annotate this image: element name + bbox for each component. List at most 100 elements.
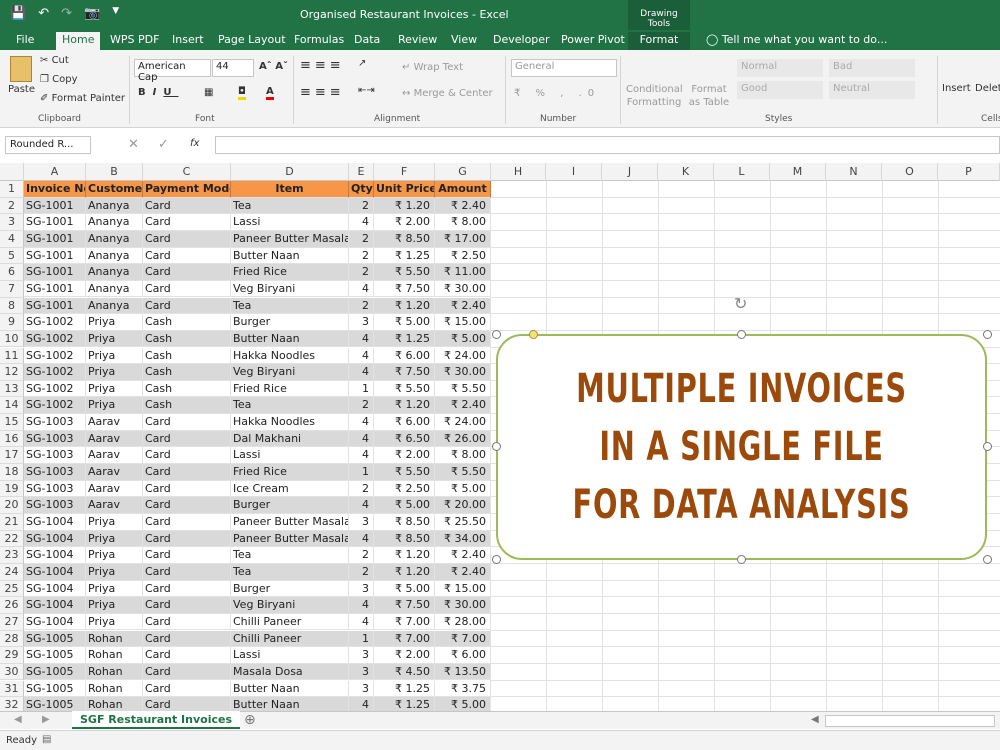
table-cell[interactable]: Hakka Noodles [231,347,349,365]
format-as-table-button[interactable]: Format as Table [686,83,732,109]
table-cell[interactable]: Card [143,697,231,711]
table-cell[interactable]: Ananya [86,280,143,298]
table-cell[interactable]: Card [143,597,231,614]
resize-handle[interactable] [983,555,992,564]
style-neutral[interactable]: Neutral [829,81,915,99]
style-normal[interactable]: Normal [737,59,823,77]
camera-icon[interactable]: 📷 [84,6,100,21]
column-header[interactable]: K [658,163,714,181]
tab-file[interactable]: File [10,32,40,50]
column-header[interactable]: J [602,163,658,181]
column-header[interactable]: D [231,163,349,181]
table-cell[interactable]: ₹ 7.00 [374,630,435,648]
tab-formulas[interactable]: Formulas [288,32,350,50]
table-cell[interactable]: Burger [231,497,349,514]
merge-center-button[interactable]: ↔ Merge & Center [402,88,493,99]
adjust-handle[interactable] [529,330,538,339]
undo-icon[interactable]: ↶ [38,6,49,21]
table-cell[interactable]: Rohan [86,680,143,698]
table-cell[interactable]: Card [143,480,231,498]
table-cell[interactable]: 2 [349,197,374,215]
table-cell[interactable]: ₹ 5.00 [374,497,435,514]
table-cell[interactable]: ₹ 8.50 [374,530,435,548]
table-cell[interactable]: ₹ 2.40 [435,397,491,415]
table-cell[interactable]: Rohan [86,647,143,664]
table-cell[interactable]: ₹ 28.00 [435,613,491,631]
table-cell[interactable]: ₹ 1.25 [374,247,435,265]
table-cell[interactable]: Veg Biryani [231,280,349,298]
column-header[interactable]: P [938,163,1000,181]
table-cell[interactable]: ₹ 30.00 [435,364,491,381]
table-cell[interactable]: Card [143,447,231,464]
row-number[interactable]: 8 [0,297,24,315]
table-cell[interactable]: Veg Biryani [231,597,349,614]
tab-home[interactable]: Home [56,32,101,50]
table-cell[interactable]: ₹ 1.20 [374,397,435,415]
table-cell[interactable]: ₹ 26.00 [435,430,491,448]
table-cell[interactable]: ₹ 1.20 [374,547,435,564]
table-cell[interactable]: Veg Biryani [231,364,349,381]
table-cell[interactable]: Card [143,647,231,664]
table-cell[interactable]: Priya [86,380,143,398]
table-cell[interactable]: ₹ 11.00 [435,264,491,281]
table-cell[interactable]: Card [143,580,231,598]
table-cell[interactable]: ₹ 5.00 [435,697,491,711]
row-number[interactable]: 14 [0,397,24,415]
table-cell[interactable]: ₹ 6.00 [374,414,435,431]
table-cell[interactable]: Ice Cream [231,480,349,498]
table-cell[interactable]: Hakka Noodles [231,414,349,431]
table-cell[interactable]: Card [143,663,231,681]
table-cell[interactable]: ₹ 2.00 [374,647,435,664]
row-number[interactable]: 32 [0,697,24,711]
table-cell[interactable]: ₹ 2.40 [435,547,491,564]
resize-handle[interactable] [492,555,501,564]
table-cell[interactable]: SG-1003 [24,447,86,464]
table-cell[interactable]: Priya [86,613,143,631]
table-cell[interactable]: SG-1005 [24,697,86,711]
table-cell[interactable]: Card [143,197,231,215]
tab-format[interactable]: Format [628,32,690,50]
table-cell[interactable]: Rohan [86,697,143,711]
enter-icon[interactable]: ✓ [158,137,169,152]
row-number[interactable]: 19 [0,480,24,498]
table-cell[interactable]: 1 [349,380,374,398]
table-cell[interactable]: SG-1004 [24,613,86,631]
horizontal-scrollbar[interactable] [825,715,995,727]
table-cell[interactable]: ₹ 30.00 [435,597,491,614]
style-bad[interactable]: Bad [829,59,915,77]
row-number[interactable]: 23 [0,547,24,564]
table-cell[interactable]: 4 [349,414,374,431]
number-format-icons[interactable]: ₹ % , .0 [514,88,600,99]
table-header-cell[interactable]: Qty [349,181,374,198]
insert-cells-button[interactable]: Insert [942,83,971,94]
tell-me-box[interactable]: ◯ Tell me what you want to do... [700,32,893,50]
table-cell[interactable]: Butter Naan [231,680,349,698]
indent-icons[interactable]: ⇤⇥ [358,85,375,96]
table-cell[interactable]: Ananya [86,230,143,248]
table-cell[interactable]: Rohan [86,663,143,681]
tab-insert[interactable]: Insert [166,32,210,50]
table-cell[interactable]: ₹ 1.25 [374,697,435,711]
table-cell[interactable]: Aarav [86,480,143,498]
table-cell[interactable]: Ananya [86,214,143,231]
table-cell[interactable]: Card [143,430,231,448]
table-cell[interactable]: SG-1001 [24,214,86,231]
table-cell[interactable]: Fried Rice [231,264,349,281]
table-cell[interactable]: SG-1004 [24,580,86,598]
table-cell[interactable]: Priya [86,314,143,331]
save-icon[interactable]: 💾 [10,6,26,21]
table-cell[interactable]: Card [143,547,231,564]
table-cell[interactable]: Chilli Paneer [231,630,349,648]
table-cell[interactable]: ₹ 1.20 [374,197,435,215]
table-header-cell[interactable]: Item [231,181,349,198]
table-cell[interactable]: ₹ 5.00 [435,330,491,348]
row-number[interactable]: 13 [0,380,24,398]
table-cell[interactable]: Priya [86,330,143,348]
table-cell[interactable]: Cash [143,314,231,331]
table-cell[interactable]: Priya [86,530,143,548]
table-cell[interactable]: ₹ 5.00 [374,580,435,598]
row-number[interactable]: 1 [0,181,24,198]
table-cell[interactable]: 4 [349,597,374,614]
row-number[interactable]: 21 [0,514,24,531]
table-cell[interactable]: 1 [349,630,374,648]
